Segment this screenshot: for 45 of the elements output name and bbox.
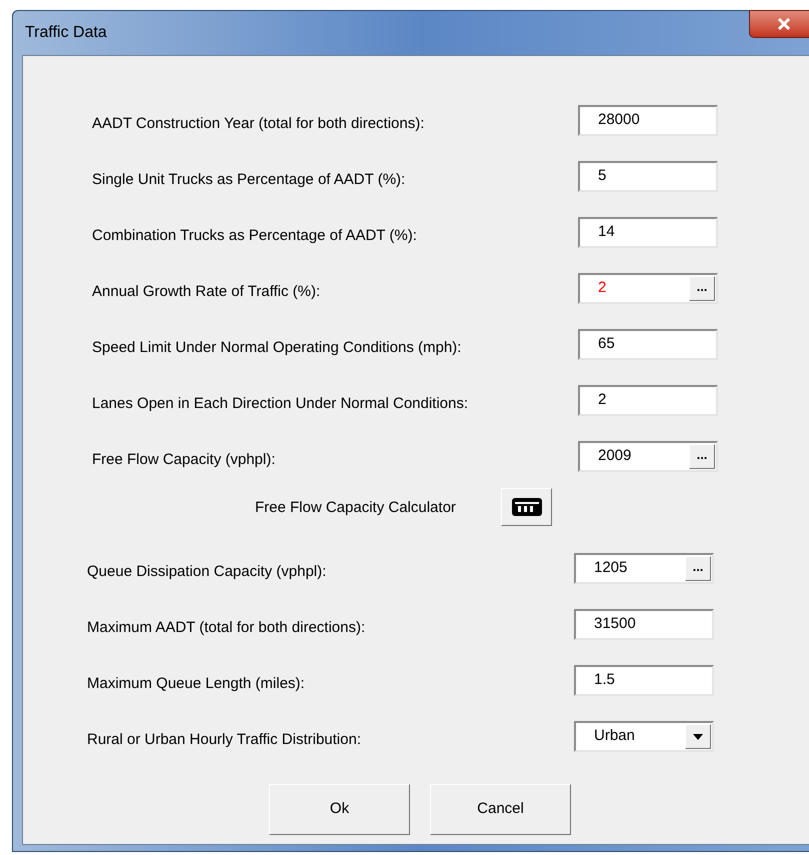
field-label: Free Flow Capacity (vphpl): — [92, 450, 276, 470]
dialog-button[interactable]: Cancel — [430, 784, 571, 835]
field-label: Single Unit Trucks as Percentage of AADT (%): — [92, 170, 406, 190]
browse-button[interactable]: ... — [689, 444, 715, 469]
close-icon — [777, 18, 791, 30]
dropdown[interactable]: Urban — [574, 721, 714, 752]
field-value: 1205 — [593, 558, 628, 578]
window-title: Traffic Data — [24, 23, 107, 43]
input-field[interactable]: 28000 — [578, 105, 718, 136]
field-label: Annual Growth Rate of Traffic (%): — [92, 282, 322, 302]
field-label: Queue Dissipation Capacity (vphpl): — [87, 562, 328, 582]
field-label: Rural or Urban Hourly Traffic Distribution: — [87, 730, 362, 750]
field-label: AADT Construction Year (total for both directions): — [92, 114, 426, 134]
field-value: 28000 — [597, 110, 641, 130]
input-field[interactable]: 2 — [578, 385, 718, 416]
input-field[interactable]: 65 — [578, 329, 718, 360]
browse-field[interactable]: 2009 ... — [578, 441, 718, 472]
field-label: Maximum AADT (total for both directions): — [87, 618, 366, 638]
field-value: 14 — [597, 222, 616, 242]
input-field[interactable]: 5 — [578, 161, 718, 192]
browse-button[interactable]: ... — [685, 556, 711, 581]
field-value: 2 — [597, 278, 608, 298]
field-value: 65 — [597, 334, 616, 354]
input-field[interactable]: 14 — [578, 217, 718, 248]
input-field[interactable]: 1.5 — [574, 665, 714, 696]
calculator-button[interactable] — [501, 488, 552, 526]
calculator-icon — [512, 498, 542, 516]
field-label: Speed Limit Under Normal Operating Conditions (mph): — [92, 338, 462, 358]
dialog-button[interactable]: Ok — [269, 784, 410, 835]
close-button[interactable] — [749, 10, 809, 38]
browse-field[interactable]: 2 ... — [578, 273, 718, 304]
field-value: Urban — [593, 726, 636, 746]
field-label: Lanes Open in Each Direction Under Normal Conditions: — [92, 394, 470, 414]
field-value: 1.5 — [593, 670, 616, 690]
field-value: 31500 — [593, 614, 637, 634]
field-label: Combination Trucks as Percentage of AADT (%): — [92, 226, 418, 246]
field-value: 2009 — [597, 446, 632, 466]
field-value: 5 — [597, 166, 608, 186]
dropdown-arrow-icon — [693, 734, 703, 740]
input-field[interactable]: 31500 — [574, 609, 714, 640]
field-value: 2 — [597, 390, 608, 410]
browse-button[interactable]: ... — [689, 276, 715, 301]
field-label: Maximum Queue Length (miles): — [87, 674, 306, 694]
calculator-label: Free Flow Capacity Calculator — [255, 498, 457, 518]
browse-field[interactable]: 1205 ... — [574, 553, 714, 584]
